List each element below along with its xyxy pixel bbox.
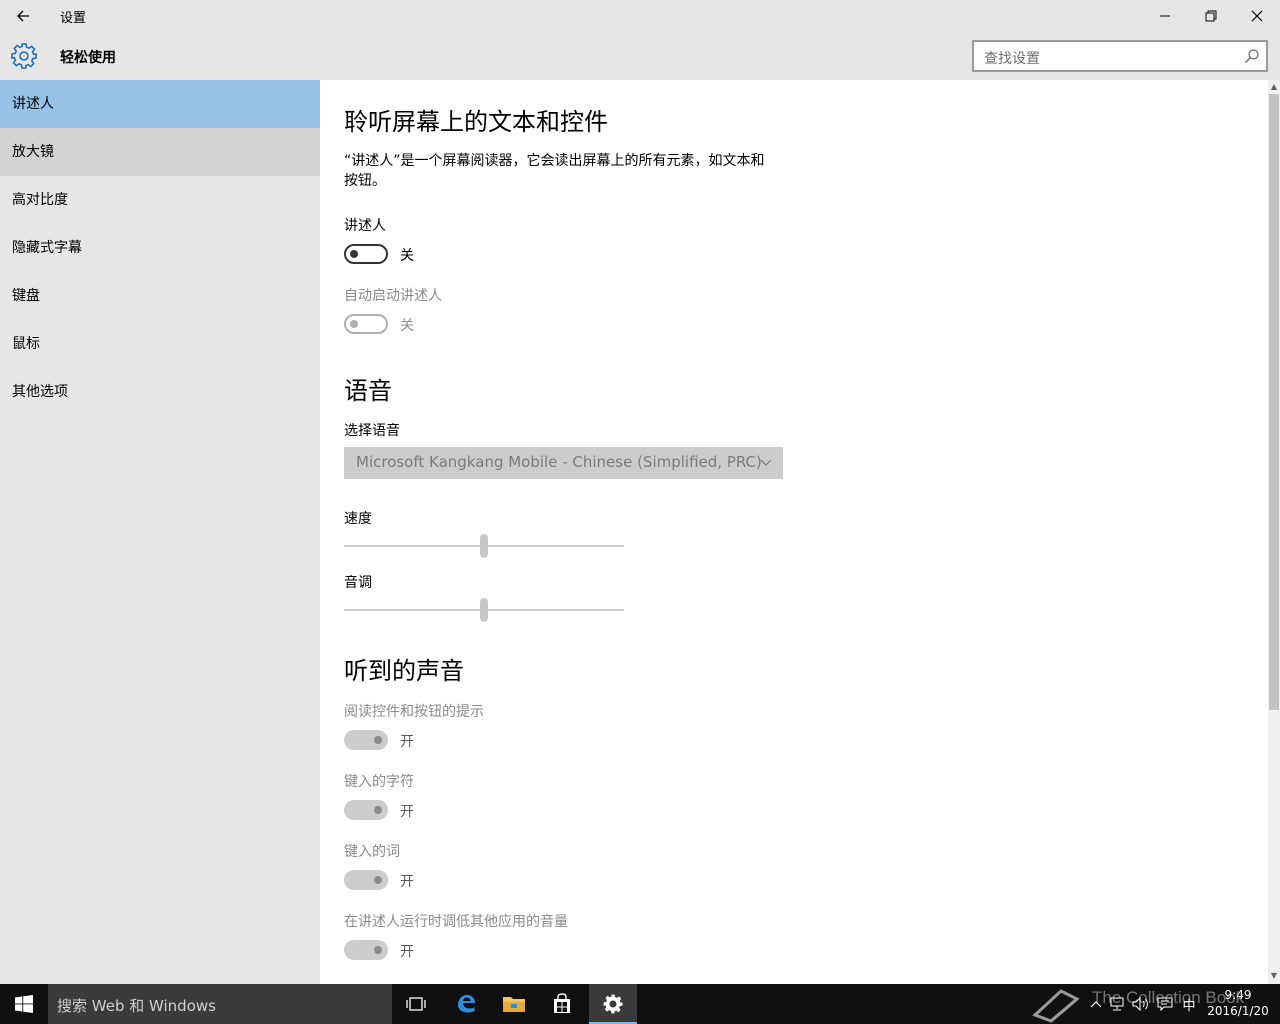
section-heading-listen: 聆听屏幕上的文本和控件: [344, 108, 608, 136]
volume-button[interactable]: [1130, 984, 1152, 1024]
show-hidden-icons-button[interactable]: [1086, 984, 1106, 1024]
book-logo-icon: [1030, 984, 1082, 1024]
autostart-toggle-state: 关: [400, 318, 414, 334]
folder-icon: [503, 997, 525, 1012]
typed-chars-toggle-state: 开: [400, 804, 414, 820]
chevron-up-icon: [1090, 1001, 1102, 1008]
search-placeholder: 查找设置: [984, 51, 1040, 67]
pitch-slider-label: 音调: [344, 575, 372, 591]
sidebar-item-mouse[interactable]: 鼠标: [0, 320, 320, 368]
read-hints-toggle[interactable]: [344, 730, 388, 750]
slider-thumb[interactable]: [480, 598, 488, 622]
lower-volume-toggle-state: 开: [400, 944, 414, 960]
settings-taskbar-button[interactable]: [589, 984, 637, 1024]
back-button[interactable]: [0, 0, 46, 32]
typed-words-toggle[interactable]: [344, 870, 388, 890]
typed-chars-toggle-label: 键入的字符: [344, 774, 414, 790]
content-scrollbar[interactable]: ▲ ▼: [1268, 80, 1280, 984]
sidebar-item-narrator[interactable]: 讲述人: [0, 80, 320, 128]
edge-button[interactable]: [442, 984, 490, 1024]
typed-words-toggle-label: 键入的词: [344, 844, 400, 860]
slider-thumb[interactable]: [480, 534, 488, 558]
autostart-narrator-toggle[interactable]: [344, 314, 388, 334]
sidebar-item-magnifier[interactable]: 放大镜: [0, 128, 320, 176]
scroll-down-icon[interactable]: ▼: [1268, 970, 1280, 982]
narrator-description-line-1: “讲述人”是一个屏幕阅读器，它会读出屏幕上的所有元素，如文本和: [344, 153, 765, 169]
restore-icon: [1205, 10, 1217, 22]
restore-button[interactable]: [1188, 0, 1234, 32]
task-view-icon: [406, 997, 426, 1011]
notification-icon: [1157, 997, 1173, 1011]
network-button[interactable]: [1106, 984, 1128, 1024]
search-settings-input[interactable]: 查找设置: [972, 40, 1268, 72]
voice-dropdown-value: Microsoft Kangkang Mobile - Chinese (Sim…: [356, 453, 762, 471]
pitch-slider[interactable]: [344, 598, 624, 622]
taskbar-search-placeholder: 搜索 Web 和 Windows: [57, 997, 216, 1015]
clock[interactable]: 9:49 2016/1/20: [1200, 987, 1276, 1019]
narrator-description-line-2: 按钮。: [344, 173, 386, 189]
speed-slider[interactable]: [344, 534, 624, 558]
taskbar-search-box[interactable]: 搜索 Web 和 Windows: [48, 984, 392, 1024]
clock-date: 2016/1/20: [1207, 1004, 1269, 1018]
network-icon: [1110, 997, 1124, 1011]
task-view-button[interactable]: [392, 984, 440, 1024]
main-content: 聆听屏幕上的文本和控件 “讲述人”是一个屏幕阅读器，它会读出屏幕上的所有元素，如…: [320, 80, 1268, 984]
autostart-toggle-label: 自动启动讲述人: [344, 288, 442, 304]
sidebar-item-high-contrast[interactable]: 高对比度: [0, 176, 320, 224]
sidebar-item-closed-captions[interactable]: 隐藏式字幕: [0, 224, 320, 272]
clock-time: 9:49: [1224, 988, 1252, 1002]
toggle-knob: [374, 806, 382, 814]
toggle-knob: [374, 946, 382, 954]
search-icon[interactable]: [1244, 48, 1260, 64]
window-title: 设置: [60, 11, 87, 26]
sidebar-item-other-options[interactable]: 其他选项: [0, 368, 320, 416]
store-bag-icon: [554, 993, 570, 1013]
close-button[interactable]: [1234, 0, 1280, 32]
minimize-button[interactable]: [1142, 0, 1188, 32]
toggle-knob: [350, 250, 358, 258]
page-header: 轻松使用 查找设置: [0, 32, 1280, 80]
title-bar: 设置: [0, 0, 1280, 32]
narrator-toggle-state: 关: [400, 248, 414, 264]
narrator-toggle[interactable]: [344, 244, 388, 264]
voice-dropdown[interactable]: Microsoft Kangkang Mobile - Chinese (Sim…: [344, 447, 783, 479]
store-button[interactable]: [538, 984, 586, 1024]
close-icon: [1251, 10, 1263, 22]
page-title: 轻松使用: [60, 50, 116, 66]
scrollbar-thumb[interactable]: [1269, 94, 1279, 710]
chevron-down-icon: [760, 459, 772, 466]
windows-logo-icon: [15, 995, 33, 1013]
action-center-button[interactable]: [1154, 984, 1176, 1024]
arrow-left-icon: [17, 10, 29, 22]
toggle-knob: [350, 320, 358, 328]
narrator-toggle-label: 讲述人: [344, 218, 386, 234]
gear-icon: [11, 43, 37, 69]
speaker-icon: [1132, 997, 1148, 1011]
file-explorer-button[interactable]: [490, 984, 538, 1024]
typed-words-toggle-state: 开: [400, 874, 414, 890]
voice-select-label: 选择语音: [344, 423, 400, 439]
toggle-knob: [374, 876, 382, 884]
hints-toggle-state: 开: [400, 734, 414, 750]
toggle-knob: [374, 736, 382, 744]
taskbar: 搜索 Web 和 Windows The Collection Book 中 9…: [0, 984, 1280, 1024]
speed-slider-label: 速度: [344, 511, 372, 527]
sidebar: 讲述人 放大镜 高对比度 隐藏式字幕 键盘 鼠标 其他选项: [0, 80, 320, 984]
section-heading-voice: 语音: [344, 377, 392, 405]
lower-volume-toggle-label: 在讲述人运行时调低其他应用的音量: [344, 914, 568, 930]
minimize-icon: [1160, 15, 1170, 17]
typed-chars-toggle[interactable]: [344, 800, 388, 820]
lower-other-apps-volume-toggle[interactable]: [344, 940, 388, 960]
sidebar-item-keyboard[interactable]: 键盘: [0, 272, 320, 320]
hints-toggle-label: 阅读控件和按钮的提示: [344, 704, 484, 720]
scroll-up-icon[interactable]: ▲: [1268, 81, 1280, 93]
ime-indicator[interactable]: 中: [1178, 984, 1200, 1024]
start-button[interactable]: [0, 984, 48, 1024]
gear-icon: [603, 994, 623, 1014]
edge-browser-icon: [458, 995, 475, 1013]
section-heading-sounds: 听到的声音: [344, 657, 464, 685]
